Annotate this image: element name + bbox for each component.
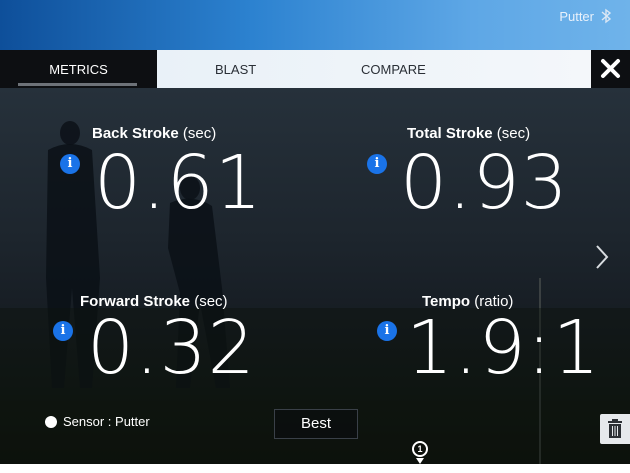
close-icon <box>601 59 620 78</box>
tempo-value: 1.9:1 <box>406 305 601 391</box>
back-stroke-value: 0.61 <box>94 140 263 226</box>
bluetooth-icon <box>601 8 612 24</box>
top-bar: Putter <box>0 0 630 50</box>
sensor-dot <box>45 416 57 428</box>
trash-icon <box>608 419 622 438</box>
best-button[interactable]: Best <box>274 409 358 439</box>
info-icon: i <box>60 323 66 338</box>
tab-active-indicator <box>18 83 137 86</box>
metrics-background: Back Stroke (sec) i 0.61 Total Stroke (s… <box>0 88 630 464</box>
tab-compare[interactable]: COMPARE <box>361 62 426 77</box>
total-stroke-info-button[interactable]: i <box>367 154 387 174</box>
back-stroke-info-button[interactable]: i <box>60 154 80 174</box>
tab-metrics[interactable]: METRICS <box>0 50 157 88</box>
tab-blast[interactable]: BLAST <box>215 62 256 77</box>
timeline-marker[interactable]: 1 <box>412 441 428 457</box>
tab-strip-light: BLAST COMPARE <box>157 50 591 88</box>
total-stroke-value: 0.93 <box>400 140 569 226</box>
device-name: Putter <box>559 9 594 24</box>
tempo-info-button[interactable]: i <box>377 321 397 341</box>
sensor-status: Sensor : Putter <box>45 414 150 429</box>
delete-button[interactable] <box>600 414 630 444</box>
info-icon: i <box>374 156 380 171</box>
info-icon: i <box>67 156 73 171</box>
tab-bar: METRICS BLAST COMPARE <box>0 50 630 88</box>
timeline-bar[interactable] <box>0 464 630 473</box>
close-button[interactable] <box>591 50 630 88</box>
timeline-marker-pointer <box>416 458 424 464</box>
info-icon: i <box>384 323 390 338</box>
forward-stroke-info-button[interactable]: i <box>53 321 73 341</box>
forward-stroke-value: 0.32 <box>87 305 256 391</box>
tab-metrics-label: METRICS <box>49 62 108 77</box>
sensor-label: Sensor : Putter <box>63 414 150 429</box>
chevron-right-icon[interactable] <box>594 244 610 270</box>
